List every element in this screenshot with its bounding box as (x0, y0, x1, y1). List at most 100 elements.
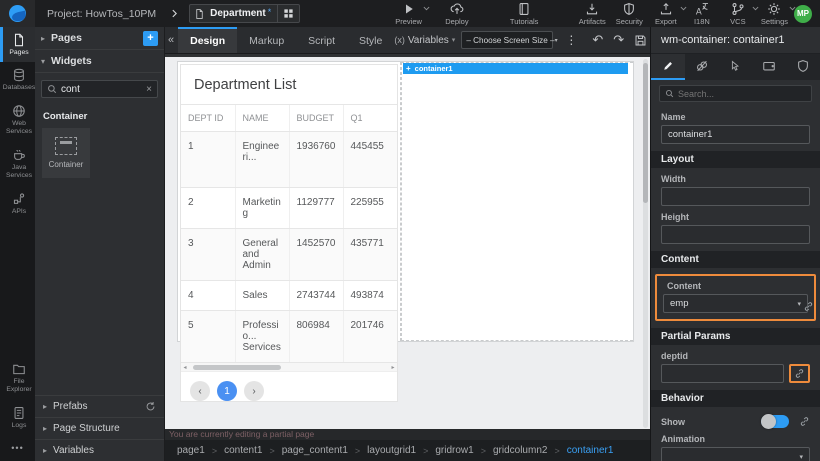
department-data-table[interactable]: Department List DEPT IDNAMEBUDGETQ1 1Eng… (180, 64, 398, 402)
pages-grid-icon[interactable] (277, 5, 299, 22)
properties-tab-properties[interactable] (651, 54, 685, 80)
deptid-field-input[interactable] (668, 368, 777, 379)
refresh-icon[interactable] (145, 401, 156, 412)
tab-design[interactable]: Design (178, 27, 237, 53)
properties-tab-device[interactable] (752, 54, 786, 80)
breadcrumb-item-container1[interactable]: container1 (567, 445, 614, 456)
deptid-bind-icon[interactable] (794, 368, 805, 379)
breadcrumb-separator: > (554, 446, 559, 456)
container-widget-tile[interactable]: Container (42, 128, 90, 178)
breadcrumb-item-gridrow1[interactable]: gridrow1 (435, 445, 473, 456)
rail-item-java-services[interactable]: Java Services (0, 142, 35, 186)
rail-item-databases[interactable]: Databases (0, 62, 35, 97)
design-canvas[interactable]: Department List DEPT IDNAMEBUDGETQ1 1Eng… (165, 54, 650, 440)
table-row[interactable]: 1Engineeri...1936760445455 (181, 132, 397, 188)
breadcrumb-item-page1[interactable]: page1 (177, 445, 205, 456)
breadcrumb-item-gridcolumn2[interactable]: gridcolumn2 (493, 445, 547, 456)
user-avatar[interactable]: MP (794, 5, 812, 23)
canvas-vertical-scrollbar[interactable] (643, 59, 648, 428)
more-options-icon[interactable]: ⋮ (559, 33, 583, 47)
chevron-down-icon: ▾ (452, 36, 456, 44)
breadcrumb-item-layoutgrid1[interactable]: layoutgrid1 (367, 445, 416, 456)
rail-item-logs[interactable]: Logs (0, 400, 35, 435)
rail-item-web-services[interactable]: Web Services (0, 98, 35, 142)
variables-accordion-header[interactable]: ▸Variables (35, 439, 164, 461)
pagination-next-button[interactable]: › (244, 381, 264, 401)
content-select[interactable]: emp ▾ (663, 294, 808, 313)
properties-tab-events[interactable] (719, 54, 753, 80)
vcs-button[interactable]: VCS (725, 2, 751, 26)
name-field-input[interactable] (668, 129, 803, 140)
deploy-button[interactable]: Deploy (444, 2, 470, 26)
canvas-scrollbar-thumb[interactable] (643, 63, 648, 203)
table-row[interactable]: 3General and Admin1452570435771 (181, 229, 397, 281)
preview-button[interactable]: Preview (395, 2, 422, 26)
device-icon (762, 59, 776, 73)
page-structure-accordion-header[interactable]: ▸Page Structure (35, 417, 164, 439)
table-column-header[interactable]: DEPT ID (181, 105, 235, 132)
page-selector[interactable]: Department * (189, 4, 300, 23)
breadcrumb-item-page_content1[interactable]: page_content1 (282, 445, 348, 456)
security-button[interactable]: Security (616, 2, 643, 26)
screen-size-select[interactable]: – Choose Screen Size – ▾ (461, 31, 553, 49)
i18n-button[interactable]: AI18N (689, 2, 715, 26)
properties-tab-styles[interactable] (685, 54, 719, 80)
variables-button[interactable]: (x) Variables ▾ (394, 35, 455, 46)
database-icon (12, 68, 26, 82)
grid-column-2[interactable]: + container1 (401, 62, 633, 341)
rail-more-icon[interactable]: ••• (0, 435, 35, 461)
tab-style[interactable]: Style (347, 27, 394, 53)
tab-markup[interactable]: Markup (237, 27, 296, 53)
width-field-input[interactable] (668, 191, 803, 202)
pages-accordion-header[interactable]: ▸ Pages + (35, 27, 164, 50)
download-icon (585, 2, 599, 16)
pagination-prev-button[interactable]: ‹ (190, 381, 210, 401)
properties-tab-security[interactable] (786, 54, 820, 80)
table-horizontal-scrollbar[interactable]: ◂ ▸ (181, 363, 397, 372)
undo-button[interactable]: ↶ (587, 32, 608, 48)
prefabs-accordion-header[interactable]: ▸Prefabs (35, 395, 164, 417)
chevron-down-icon: ▾ (555, 37, 558, 44)
table-column-header[interactable]: Q1 (343, 105, 397, 132)
content-bind-icon[interactable] (803, 301, 814, 312)
add-page-button[interactable]: + (143, 31, 158, 46)
scrollbar-thumb[interactable] (193, 365, 281, 370)
save-button[interactable] (629, 34, 652, 47)
wavemaker-logo[interactable] (0, 0, 35, 27)
widget-search-box[interactable]: × (41, 80, 158, 98)
page-surface[interactable]: Department List DEPT IDNAMEBUDGETQ1 1Eng… (177, 61, 634, 342)
selected-container-handle[interactable]: + container1 (403, 63, 628, 74)
table-cell: Engineeri... (235, 132, 289, 188)
tab-script[interactable]: Script (296, 27, 347, 53)
redo-button[interactable]: ↷ (608, 32, 629, 48)
show-toggle[interactable] (761, 415, 789, 428)
scroll-right-icon[interactable]: ▸ (389, 364, 397, 371)
widgets-accordion-header[interactable]: ▾ Widgets (35, 50, 164, 73)
rail-item-pages[interactable]: Pages (0, 27, 35, 62)
artifacts-button[interactable]: Artifacts (579, 2, 606, 26)
widget-search-input[interactable] (61, 84, 146, 95)
tutorials-button[interactable]: Tutorials (510, 2, 538, 26)
table-row[interactable]: 2Marketing1129777225955 (181, 188, 397, 229)
show-bind-icon[interactable] (799, 416, 810, 427)
collapse-left-panel-button[interactable]: « (165, 34, 178, 46)
rail-item-apis[interactable]: APIs (0, 186, 35, 221)
table-row[interactable]: 5Professio... Services806984201746 (181, 311, 397, 363)
variables-label: Variables (408, 35, 449, 46)
properties-search-box[interactable] (659, 85, 812, 102)
clear-search-icon[interactable]: × (146, 84, 152, 95)
table-row[interactable]: 4Sales2743744493874 (181, 281, 397, 311)
pages-accordion-label: Pages (51, 32, 82, 44)
table-column-header[interactable]: NAME (235, 105, 289, 132)
properties-search-input[interactable] (678, 89, 806, 99)
height-field-input[interactable] (668, 229, 803, 240)
rail-item-file-explorer[interactable]: FileExplorer (0, 356, 35, 400)
settings-button[interactable]: Settings (761, 2, 788, 26)
table-column-header[interactable]: BUDGET (289, 105, 343, 132)
pagination-current-page[interactable]: 1 (217, 381, 237, 401)
breadcrumb-item-content1[interactable]: content1 (224, 445, 262, 456)
export-button[interactable]: Export (653, 2, 679, 26)
grid-column-1[interactable]: Department List DEPT IDNAMEBUDGETQ1 1Eng… (178, 62, 401, 341)
animation-select[interactable]: ▾ (661, 447, 810, 461)
scroll-left-icon[interactable]: ◂ (181, 364, 189, 371)
